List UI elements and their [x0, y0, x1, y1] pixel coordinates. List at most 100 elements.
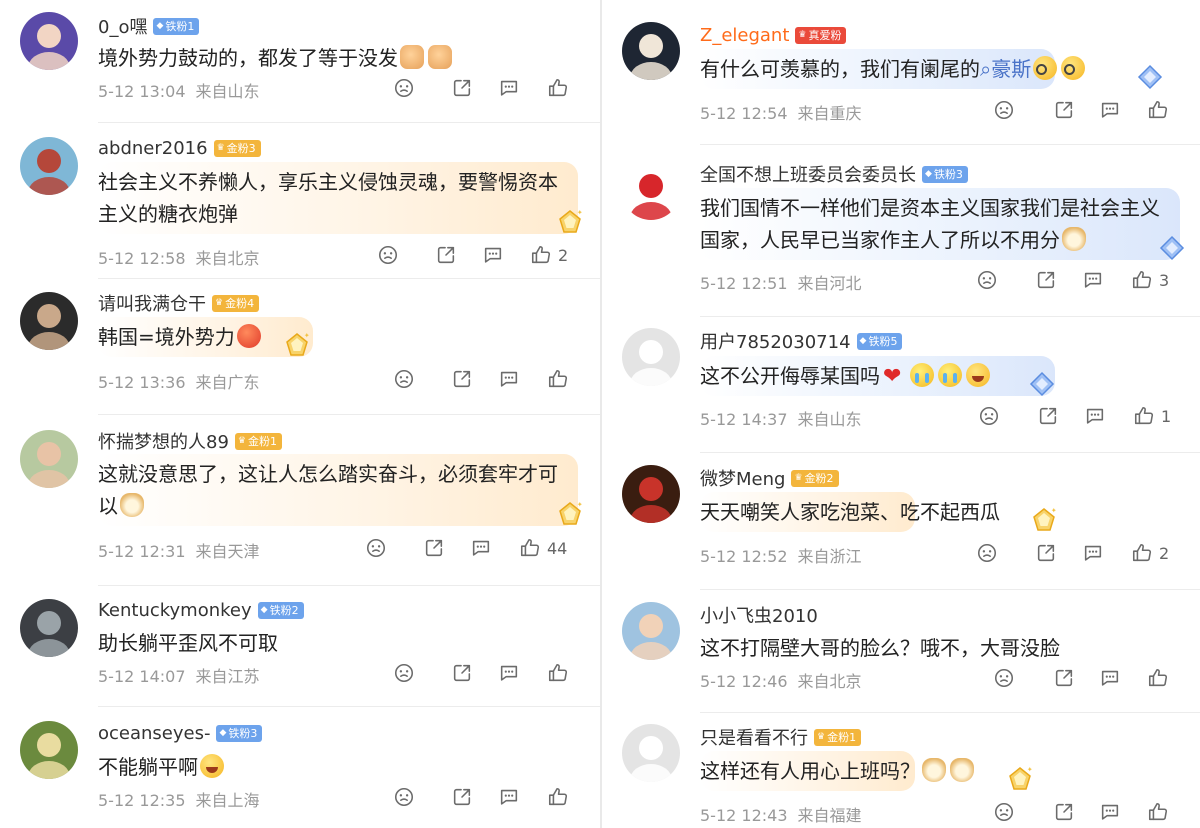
blue-gem-icon [1028, 370, 1056, 398]
comment-meta: 5-12 12:51 来自河北 [700, 270, 862, 294]
dislike-button[interactable] [993, 99, 1015, 121]
avatar[interactable] [20, 12, 78, 70]
comment-button[interactable] [1099, 99, 1121, 121]
avatar[interactable] [622, 465, 680, 523]
share-button[interactable] [451, 368, 473, 390]
comment-location: 来自浙江 [797, 547, 862, 566]
username[interactable]: Z_elegant [700, 25, 789, 46]
comment-text: 这不公开侮辱某国吗 [700, 360, 1175, 393]
share-button[interactable] [1037, 405, 1059, 427]
divider [700, 316, 1200, 317]
username[interactable]: 0_o嘿 [98, 13, 147, 39]
like-button[interactable]: 1 [1133, 405, 1171, 427]
username[interactable]: 用户7852030714 [700, 328, 851, 354]
divider [98, 585, 600, 586]
avatar[interactable] [622, 22, 680, 80]
like-button[interactable] [1147, 99, 1169, 121]
dislike-button[interactable] [993, 667, 1015, 689]
comment-meta: 5-12 12:52 来自浙江 [700, 543, 862, 567]
comment-button[interactable] [470, 537, 492, 559]
comment-button[interactable] [1099, 667, 1121, 689]
like-button[interactable] [547, 77, 569, 99]
comment-button[interactable] [1082, 269, 1104, 291]
like-button[interactable]: 2 [1131, 542, 1169, 564]
avatar[interactable] [622, 328, 680, 386]
comment-button[interactable] [498, 77, 520, 99]
fan-badge: ♛ 真爱粉 [795, 26, 847, 44]
comment-icon [1084, 405, 1106, 427]
avatar[interactable] [20, 430, 78, 488]
dislike-button[interactable] [393, 77, 415, 99]
dislike-button[interactable] [976, 542, 998, 564]
dislike-button[interactable] [377, 244, 399, 266]
fan-badge: ◆ 铁粉3 [216, 724, 263, 742]
avatar[interactable] [20, 137, 78, 195]
comment-body: 天天嘲笑人家吃泡菜、吃不起西瓜 [700, 500, 1000, 524]
username[interactable]: oceanseyes- [98, 723, 210, 744]
dislike-button[interactable] [976, 269, 998, 291]
share-icon [1035, 542, 1057, 564]
like-button[interactable] [547, 368, 569, 390]
fan-badge-label: 铁粉5 [868, 334, 898, 348]
dislike-button[interactable] [978, 405, 1000, 427]
comment-icon [1082, 542, 1104, 564]
like-button[interactable]: 2 [530, 244, 568, 266]
topic-link-text[interactable]: 豪斯 [991, 57, 1031, 81]
share-icon [1053, 99, 1075, 121]
dislike-button[interactable] [365, 537, 387, 559]
comment-button[interactable] [1082, 542, 1104, 564]
like-icon [1147, 99, 1169, 121]
dislike-button[interactable] [393, 368, 415, 390]
avatar[interactable] [622, 602, 680, 660]
share-button[interactable] [1035, 542, 1057, 564]
like-button[interactable] [1147, 667, 1169, 689]
share-button[interactable] [451, 77, 473, 99]
avatar[interactable] [20, 599, 78, 657]
comment-text: 这样还有人用心上班吗？ [700, 755, 1175, 787]
comment-button[interactable] [498, 368, 520, 390]
share-icon [451, 662, 473, 684]
topic-link[interactable]: ⌕豪斯 [980, 57, 1031, 81]
share-button[interactable] [1053, 801, 1075, 823]
share-button[interactable] [451, 662, 473, 684]
avatar[interactable] [622, 162, 680, 220]
comment-button[interactable] [1084, 405, 1106, 427]
comment-button[interactable] [498, 662, 520, 684]
username[interactable]: 全国不想上班委员会委员长 [700, 161, 916, 187]
share-button[interactable] [1035, 269, 1057, 291]
share-button[interactable] [451, 786, 473, 808]
like-button[interactable]: 3 [1131, 269, 1169, 291]
username[interactable]: 请叫我满仓干 [98, 290, 206, 316]
comment-location: 来自山东 [797, 410, 862, 429]
share-button[interactable] [435, 244, 457, 266]
fan-badge: ◆ 铁粉1 [153, 17, 200, 35]
avatar[interactable] [20, 721, 78, 779]
share-button[interactable] [1053, 99, 1075, 121]
comment-time: 5-12 12:51 [700, 274, 788, 293]
username[interactable]: abdner2016 [98, 138, 208, 159]
username[interactable]: 微梦Meng [700, 465, 785, 491]
like-button[interactable] [1147, 801, 1169, 823]
username[interactable]: Kentuckymonkey [98, 600, 252, 621]
comment-icon [482, 244, 504, 266]
dislike-button[interactable] [393, 786, 415, 808]
username[interactable]: 怀揣梦想的人89 [98, 428, 229, 454]
username[interactable]: 只是看看不行 [700, 724, 808, 750]
like-icon [1131, 269, 1153, 291]
share-button[interactable] [1053, 667, 1075, 689]
like-button[interactable] [547, 662, 569, 684]
like-button[interactable] [547, 786, 569, 808]
comment-button[interactable] [482, 244, 504, 266]
share-button[interactable] [423, 537, 445, 559]
like-button[interactable]: 44 [519, 537, 567, 559]
avatar[interactable] [622, 724, 680, 782]
dislike-button[interactable] [993, 801, 1015, 823]
avatar[interactable] [20, 292, 78, 350]
comment-time: 5-12 12:54 [700, 104, 788, 123]
comment-time: 5-12 12:52 [700, 547, 788, 566]
dislike-icon [377, 244, 399, 266]
comment-button[interactable] [1099, 801, 1121, 823]
comment-button[interactable] [498, 786, 520, 808]
dislike-button[interactable] [393, 662, 415, 684]
username[interactable]: 小小飞虫2010 [700, 602, 818, 628]
